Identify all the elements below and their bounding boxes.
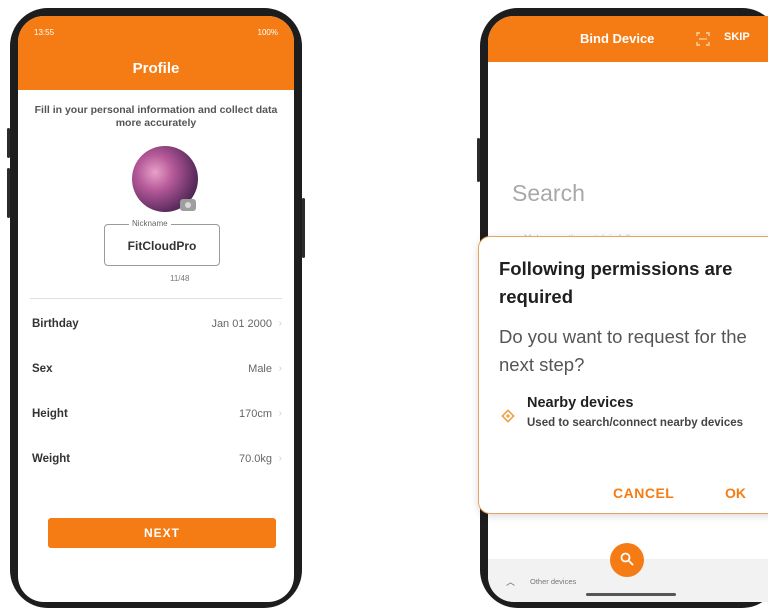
skip-button[interactable]: SKIP [724,31,750,43]
chevron-right-icon: › [278,408,282,419]
field-row-weight[interactable]: Weight 70.0kg › [30,439,282,483]
search-heading: Search [512,180,585,206]
field-label: Birthday [32,318,79,330]
nearby-devices-icon [501,409,515,423]
profile-screen: 13:55 100% Profile Fill in your personal… [18,16,294,602]
field-label: Sex [32,363,53,375]
dialog-title: Following permissions are required [499,258,733,307]
status-time: 13:55 [34,28,55,37]
field-row-birthday[interactable]: Birthday Jan 01 2000 › [30,304,282,348]
field-value: Jan 01 2000 [211,318,272,330]
status-bar: 13:55 100% [34,28,278,40]
page-title: Profile [132,60,180,77]
volume-button [7,128,10,158]
permission-name: Nearby devices [527,395,634,411]
page-title: Bind Device [580,31,655,46]
dialog-question: Do you want to request for the next step… [499,326,747,375]
permission-dialog: Following permissions are required Do yo… [478,236,768,514]
nickname-char-count: 11/48 [170,274,190,283]
chevron-right-icon: › [278,318,282,329]
chevron-right-icon: › [278,363,282,374]
chevron-right-icon: › [278,453,282,464]
field-label: Weight [32,453,71,465]
field-value: 170cm [238,408,272,420]
search-button[interactable] [610,543,644,577]
volume-button [7,168,10,218]
permission-description: Used to search/connect nearby devices [527,417,744,429]
cancel-button[interactable]: CANCEL [613,485,674,501]
search-icon [620,552,634,566]
profile-header: 13:55 100% Profile [18,16,294,90]
other-devices-label: Other devices [530,577,577,586]
power-button [302,198,305,258]
divider [30,298,282,299]
nickname-input[interactable]: FitCloudPro [105,239,219,253]
field-label: Height [32,408,68,420]
home-indicator [586,593,676,596]
chevron-up-icon[interactable]: ︿ [506,575,515,588]
field-value: 70.0kg [238,453,272,465]
nickname-field[interactable]: Nickname FitCloudPro [104,219,220,266]
camera-icon[interactable] [180,199,196,211]
scan-icon[interactable] [696,32,710,46]
volume-button [477,138,480,182]
field-row-height[interactable]: Height 170cm › [30,394,282,438]
next-button[interactable]: NEXT [48,518,276,548]
phone-profile: 13:55 100% Profile Fill in your personal… [7,8,305,608]
battery-status: 100% [257,28,278,37]
field-row-sex[interactable]: Sex Male › [30,349,282,393]
field-value: Male [248,363,272,375]
profile-intro-text: Fill in your personal information and co… [34,104,278,129]
bind-device-header: Bind Device SKIP [488,16,768,62]
ok-button[interactable]: OK [725,485,746,501]
nickname-label: Nickname [129,219,171,228]
